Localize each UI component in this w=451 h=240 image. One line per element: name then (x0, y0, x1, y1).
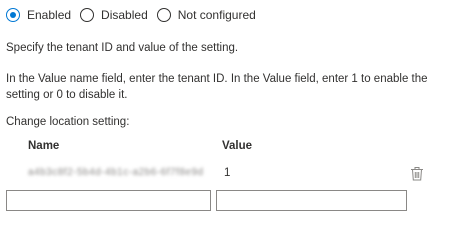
radio-enabled-indicator[interactable] (6, 8, 20, 22)
description-text: Specify the tenant ID and value of the s… (6, 42, 239, 54)
new-name-input[interactable] (6, 190, 211, 211)
trash-icon[interactable] (410, 166, 424, 181)
column-header-value: Value (222, 140, 253, 152)
list-title: Change location setting: (6, 116, 130, 128)
radio-disabled[interactable]: Disabled (80, 8, 148, 22)
row-value-cell: 1 (224, 167, 231, 179)
column-header-name: Name (28, 140, 60, 152)
row-name-cell: a4b3c8f2-5b4d-4b1c-a2b6-6f7f8e9d (28, 167, 204, 178)
radio-disabled-indicator[interactable] (80, 8, 95, 22)
radio-not-configured-label[interactable]: Not configured (178, 8, 256, 22)
radio-not-configured-indicator[interactable] (156, 8, 171, 22)
radio-not-configured[interactable]: Not configured (156, 8, 256, 22)
radio-enabled[interactable]: Enabled (6, 8, 71, 22)
radio-disabled-label[interactable]: Disabled (101, 8, 148, 22)
radio-selected-dot (10, 12, 16, 18)
state-radio-group: Enabled Disabled Not configured (6, 5, 265, 25)
radio-enabled-label[interactable]: Enabled (27, 8, 71, 22)
instructions-text: In the Value name field, enter the tenan… (6, 73, 428, 101)
new-value-input[interactable] (216, 190, 407, 211)
